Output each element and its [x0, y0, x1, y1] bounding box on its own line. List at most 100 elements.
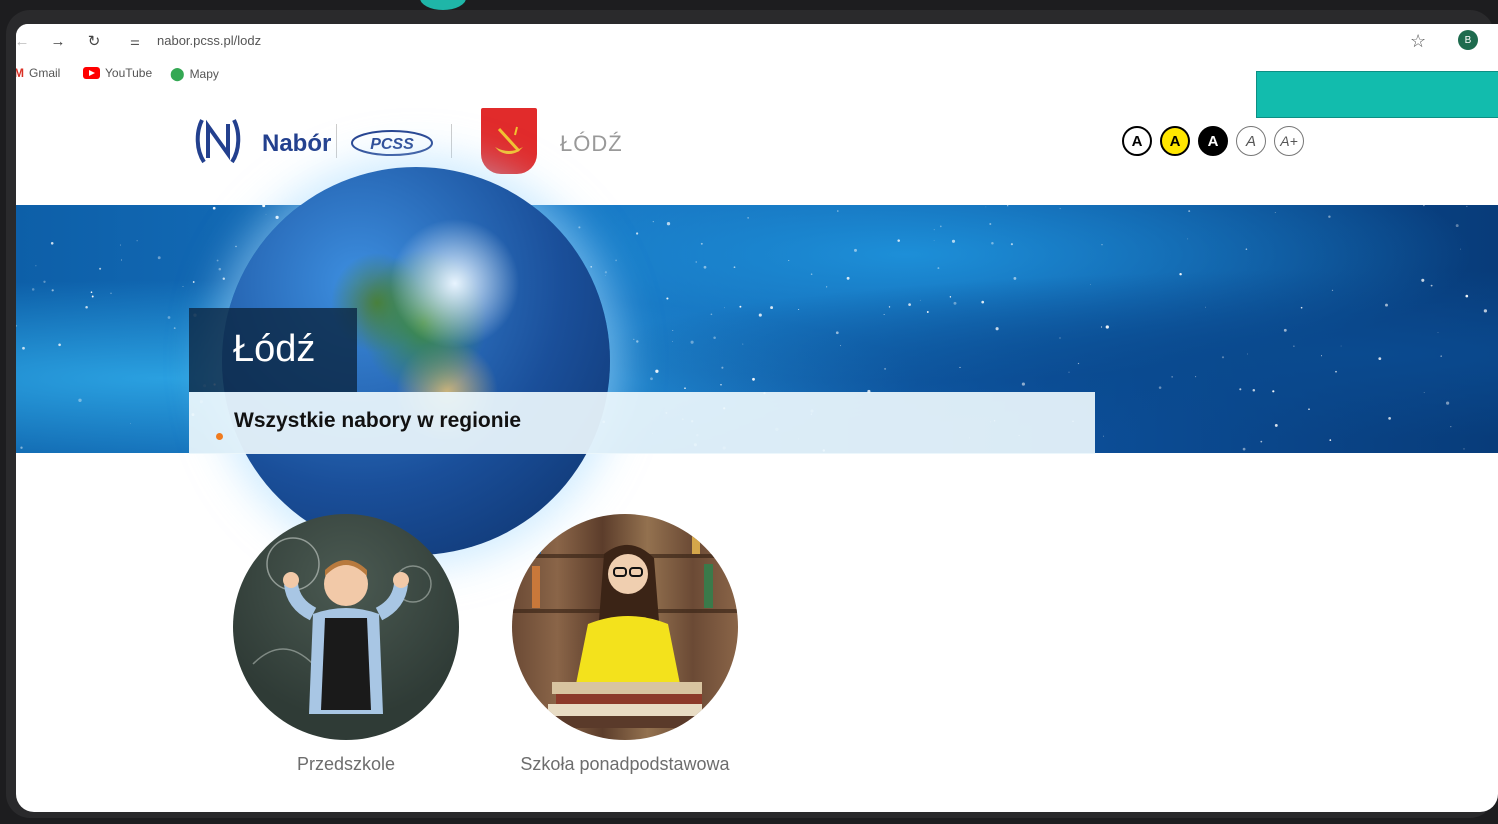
bookmark-youtube[interactable]: YouTube [83, 66, 152, 80]
star [1340, 345, 1342, 347]
star [604, 271, 608, 274]
star [770, 306, 774, 310]
bookmark-label: YouTube [105, 66, 153, 80]
star [1010, 243, 1013, 246]
star [1246, 353, 1248, 355]
profile-avatar[interactable]: B [1458, 30, 1478, 50]
address-bar[interactable]: nabor.pcss.pl/lodz [157, 33, 261, 48]
star [652, 221, 654, 223]
star [1388, 417, 1391, 420]
star [989, 223, 992, 225]
star [733, 266, 736, 269]
star [739, 305, 742, 308]
star [655, 369, 659, 373]
star [908, 303, 911, 306]
star [1105, 325, 1109, 329]
brand-name[interactable]: Nabór [262, 130, 331, 158]
star [1300, 306, 1303, 309]
site-settings-icon[interactable]: ⚌ [130, 35, 140, 48]
contrast-yellow-button[interactable]: A [1160, 126, 1190, 156]
star [933, 229, 935, 231]
star [1007, 205, 1009, 207]
star [615, 259, 617, 262]
card-label[interactable]: Szkoła ponadpodstawowa [512, 754, 738, 775]
star [22, 346, 25, 350]
star [1239, 388, 1242, 391]
star [684, 387, 686, 389]
bookmark-gmail[interactable]: M Gmail [16, 66, 60, 80]
city-name: ŁÓDŹ [560, 131, 623, 156]
star [1293, 345, 1295, 347]
star [724, 307, 725, 309]
star [700, 242, 703, 245]
star [710, 313, 713, 316]
coat-of-arms-icon [481, 108, 537, 174]
accent-dot [216, 433, 223, 440]
star [1483, 309, 1488, 313]
star [1274, 212, 1276, 214]
star [43, 280, 46, 283]
card-szkola-ponadpodstawowa[interactable]: Szkoła ponadpodstawowa [512, 514, 738, 775]
pcss-logo-text: PCSS [370, 136, 414, 153]
star [58, 343, 61, 347]
star [672, 340, 674, 342]
hero-subtitle-box: Wszystkie nabory w regionie [189, 392, 1095, 454]
star [1171, 376, 1173, 378]
star [16, 324, 18, 327]
star [635, 232, 639, 235]
star [703, 265, 707, 269]
child-chalkboard-photo[interactable] [233, 514, 459, 740]
student-library-photo[interactable] [512, 514, 738, 740]
star [721, 366, 724, 369]
star [1331, 289, 1334, 292]
font-size-normal-button[interactable]: A [1236, 126, 1266, 156]
teal-decoration [420, 0, 466, 10]
star [235, 245, 237, 248]
card-przedszkole[interactable]: Przedszkole [233, 514, 459, 775]
star [747, 217, 749, 219]
star [1188, 210, 1191, 213]
star [835, 331, 839, 335]
star [85, 305, 88, 309]
star [1274, 423, 1278, 427]
star [1465, 294, 1469, 298]
reload-icon[interactable]: ↻ [84, 31, 104, 51]
star [695, 261, 697, 263]
star [1308, 408, 1310, 411]
star [1321, 355, 1322, 357]
star [1245, 248, 1248, 250]
star [810, 273, 813, 275]
browser-window: ← → ↻ ⚌ nabor.pcss.pl/lodz ☆ B M Gmail Y… [16, 24, 1498, 812]
bookmark-star-icon[interactable]: ☆ [1410, 31, 1426, 52]
star [720, 384, 722, 386]
nabor-logo-icon[interactable] [194, 114, 242, 168]
star [884, 367, 887, 370]
star [1089, 283, 1091, 285]
star [1195, 376, 1197, 378]
star [666, 222, 671, 226]
bookmark-label: Mapy [189, 67, 219, 81]
star [1179, 272, 1182, 276]
star [1421, 278, 1425, 282]
star [136, 240, 138, 242]
contrast-black-button[interactable]: A [1198, 126, 1228, 156]
star [897, 239, 900, 242]
font-size-larger-button[interactable]: A+ [1274, 126, 1304, 156]
star [1329, 439, 1332, 441]
bookmark-maps[interactable]: ⬤ Mapy [170, 66, 219, 82]
contrast-default-button[interactable]: A [1122, 126, 1152, 156]
star [1328, 215, 1331, 218]
star [275, 215, 279, 220]
star [216, 259, 219, 262]
star [1205, 306, 1206, 308]
pcss-logo[interactable]: PCSS [350, 127, 436, 159]
card-label[interactable]: Przedszkole [233, 754, 459, 775]
forward-arrow-icon[interactable]: → [48, 31, 68, 51]
star [939, 225, 942, 228]
star [840, 345, 842, 347]
star [1260, 440, 1263, 443]
back-arrow-icon[interactable]: ← [16, 31, 32, 51]
star [1440, 355, 1442, 357]
hero-banner: Łódź Wszystkie nabory w regionie [16, 167, 1498, 555]
star [883, 313, 885, 315]
